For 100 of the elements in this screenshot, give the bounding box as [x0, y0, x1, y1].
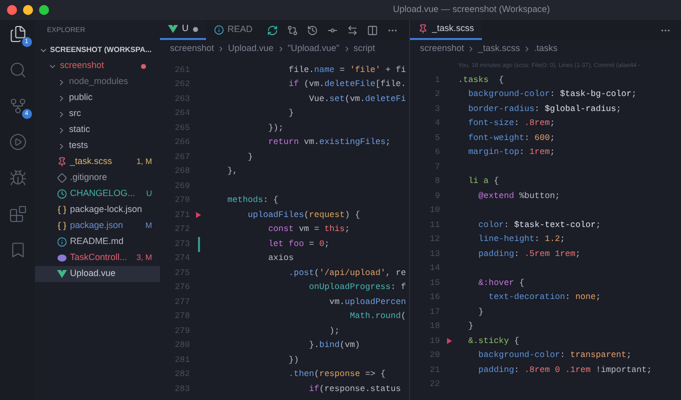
code-line: font-size: .8rem; [467, 117, 555, 130]
code-line: let foo = 0; [267, 238, 330, 251]
history-icon[interactable] [306, 24, 318, 36]
window-title: Upload.vue — screenshot (Workspace) [393, 3, 550, 16]
bug-icon [8, 169, 26, 187]
file-name: static [69, 123, 90, 136]
code-line: } [477, 306, 484, 319]
file-row[interactable]: _task.scss 1, M [35, 154, 160, 170]
code-line: font-weight: 600; [467, 132, 555, 145]
split-editor-icon[interactable] [366, 24, 378, 36]
breadcrumb-item[interactable]: "Upload.vue" [288, 42, 340, 56]
file-row[interactable]: README.md [35, 234, 160, 250]
code-line: line-height: 1.2; [477, 233, 566, 246]
git-status: U [146, 188, 152, 200]
folder-row[interactable]: screenshot [35, 58, 160, 74]
code-line: &:hover { [477, 276, 524, 290]
breadcrumb-item[interactable]: Upload.vue [228, 42, 274, 56]
file-row[interactable]: package.json M [35, 218, 160, 234]
folder-row[interactable]: static [35, 122, 160, 138]
vue-logo-icon [57, 269, 67, 279]
file-row[interactable]: package-lock.json [35, 202, 160, 218]
code-line: .tasks { [458, 74, 504, 87]
close-window-button[interactable] [7, 5, 17, 15]
code-line: } [467, 320, 474, 334]
file-name: TaskControll... [70, 251, 128, 264]
compare-icon[interactable] [286, 24, 298, 36]
code-line: vm.uploadPercen [328, 296, 406, 309]
activity-bar-item[interactable] [8, 204, 28, 224]
code-line: ); [328, 324, 340, 338]
file-name: README.md [70, 235, 124, 248]
code-line: border-radius: $global-radius; [467, 102, 622, 116]
activity-bar-item[interactable] [8, 132, 28, 152]
code-line: background-color: transparent; [477, 349, 632, 362]
file-name: node_modules [69, 75, 128, 88]
refresh-icon[interactable] [266, 24, 278, 36]
activity-bar-item[interactable] [8, 60, 28, 80]
folder-row[interactable]: tests [35, 138, 160, 154]
code-line: if (vm.deleteFile[file. [288, 78, 406, 92]
code-line: padding: .5rem 1rem; [477, 248, 580, 261]
file-row[interactable]: .gitignore [35, 170, 160, 186]
arrows-icon[interactable] [346, 24, 358, 36]
code-line: margin-top: 1rem; [467, 146, 555, 160]
code-line: axios [267, 252, 294, 266]
file-name: Upload.vue [70, 267, 116, 280]
file-row[interactable]: Upload.vue [35, 266, 160, 282]
code-line: }) [288, 354, 299, 367]
pin-icon [418, 24, 428, 34]
code-line: onUploadProgress: f [308, 281, 406, 294]
breadcrumb-item[interactable]: _task.scss [478, 42, 520, 56]
search-icon [8, 61, 26, 79]
file-name: package-lock.json [70, 203, 142, 216]
git-status: 3, M [136, 252, 152, 264]
file-name: package.json [70, 219, 124, 232]
minimize-window-button[interactable] [23, 5, 33, 15]
file-name: src [69, 107, 81, 120]
code-line: @extend %button; [477, 190, 560, 203]
code-line: &.sticky { [467, 334, 520, 348]
file-name: .gitignore [70, 171, 108, 184]
code-line: }, [226, 165, 238, 178]
files-icon [8, 25, 26, 43]
extensions-icon [8, 205, 26, 223]
folder-row[interactable]: src [35, 106, 160, 122]
code-line: text-decoration: none; [488, 291, 601, 304]
code-line: }.bind(vm) [308, 339, 360, 352]
breadcrumb-item[interactable]: script [354, 42, 376, 56]
file-row[interactable]: TaskControll... 3, M [35, 250, 160, 266]
code-line: file.name = 'file' + fi [288, 64, 406, 77]
pin-icon [57, 157, 67, 167]
code-line: padding: .8rem 0 .1rem !important; [477, 364, 652, 377]
code-line: uploadFiles(request) { [246, 208, 360, 222]
file-name: CHANGELOG... [70, 187, 136, 200]
code-line: li a { [467, 175, 499, 188]
folder-row[interactable]: node_modules [35, 74, 160, 90]
maximize-window-button[interactable] [39, 5, 49, 15]
file-name: tests [69, 139, 88, 152]
play-circle-icon [8, 133, 26, 151]
file-name: public [69, 91, 93, 104]
code-line: }); [267, 122, 284, 135]
file-row[interactable]: CHANGELOG... U [35, 186, 160, 202]
folder-row[interactable]: public [35, 90, 160, 106]
code-line: methods: { [226, 194, 278, 208]
activity-bar-item[interactable] [8, 168, 28, 188]
code-line: if(response.status [308, 382, 401, 396]
breadcrumb-item[interactable]: screenshot [420, 42, 464, 56]
code-line: Vue.set(vm.deleteFi [308, 92, 406, 106]
git-status: 1, M [136, 156, 152, 168]
code-line: } [288, 107, 294, 120]
code-line: .post('/api/upload', re [288, 266, 406, 280]
braces-icon [57, 221, 67, 231]
code-line: background-color: $task-bg-color; [467, 88, 637, 102]
breadcrumb-item[interactable]: .tasks [534, 42, 558, 56]
info-icon [214, 25, 224, 35]
code-line: return vm.existingFiles; [267, 136, 391, 150]
git-status: M [145, 220, 152, 232]
vue-logo-icon [168, 24, 178, 34]
code-line: } [246, 150, 253, 164]
clock-icon [57, 189, 67, 199]
code-line: .then(response => { [288, 368, 386, 382]
diamond-icon [57, 173, 67, 183]
breadcrumb-item[interactable]: screenshot [170, 42, 214, 56]
